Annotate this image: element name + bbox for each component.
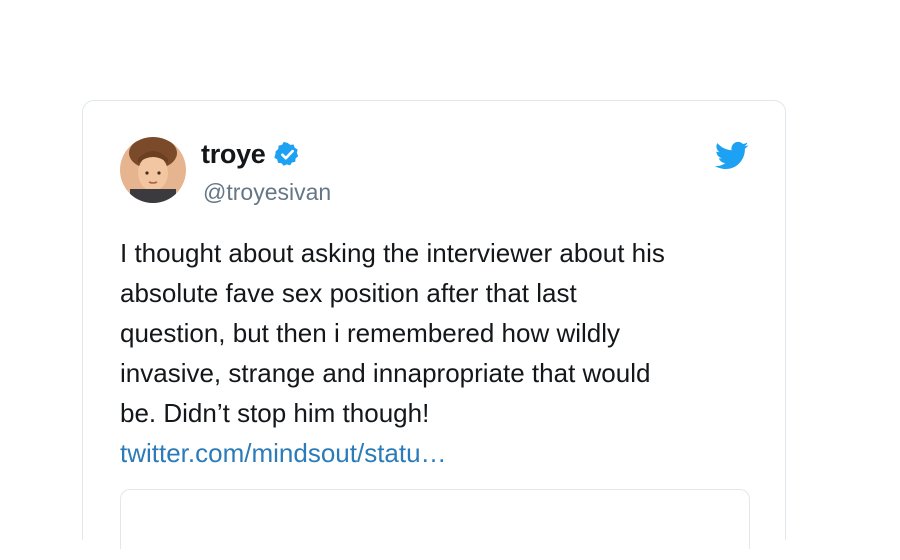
tweet-text: I thought about asking the interviewer a… <box>120 233 760 473</box>
avatar-image <box>120 137 186 203</box>
tweet-text-line: invasive, strange and innapropriate that… <box>120 358 651 388</box>
avatar[interactable] <box>120 137 186 203</box>
verified-badge-icon <box>273 141 301 168</box>
handle[interactable]: @troyesivan <box>203 179 331 206</box>
tweet-text-line: I thought about asking the interviewer a… <box>120 238 665 268</box>
twitter-bird-icon[interactable] <box>715 141 749 171</box>
tweet-text-line: absolute fave sex position after that la… <box>120 278 577 308</box>
quoted-tweet-card[interactable] <box>120 489 750 549</box>
tweet-link[interactable]: twitter.com/mindsout/statu… <box>120 433 760 473</box>
tweet-text-line: question, but then i remembered how wild… <box>120 318 621 348</box>
display-name[interactable]: troye <box>201 139 301 170</box>
display-name-text[interactable]: troye <box>201 139 266 170</box>
tweet-card: troye @troyesivan I thought about asking… <box>82 100 786 549</box>
tweet-text-line: be. Didn’t stop him though! <box>120 398 430 428</box>
